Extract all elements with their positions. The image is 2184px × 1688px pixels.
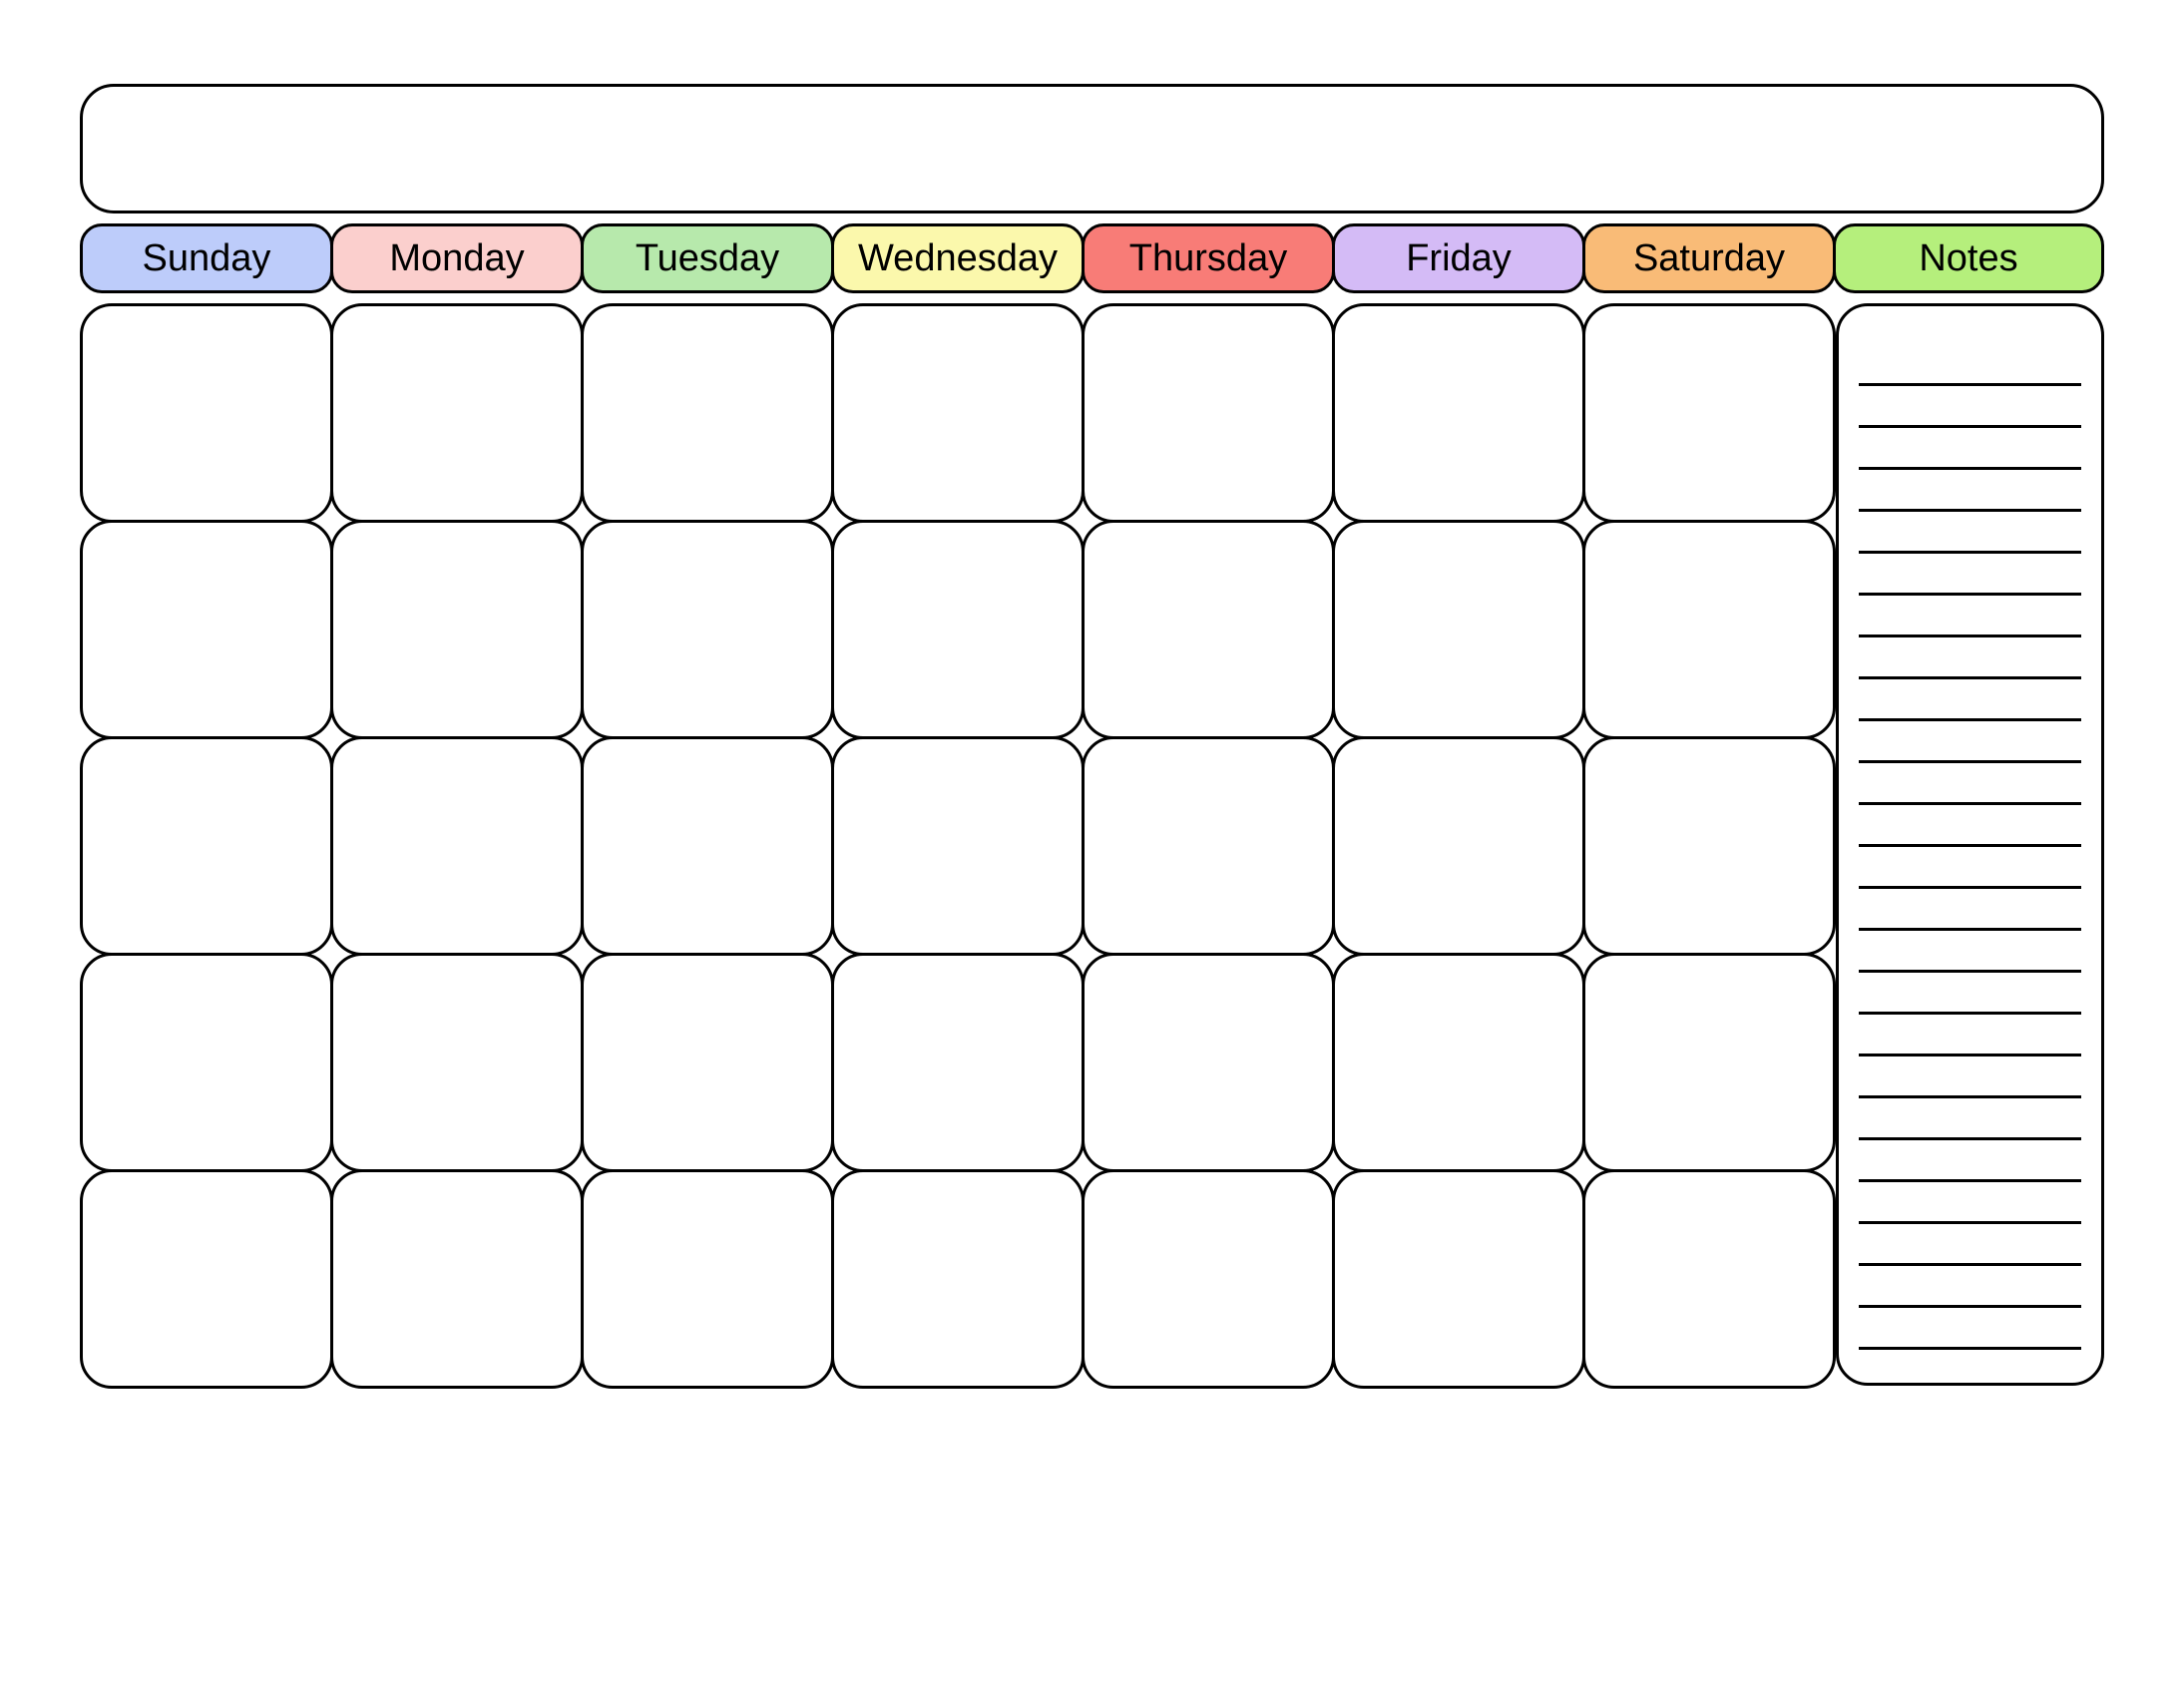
title-box[interactable] [80, 84, 2104, 213]
day-cell[interactable] [330, 520, 584, 739]
header-thursday: Thursday [1082, 223, 1335, 293]
day-cell[interactable] [330, 1169, 584, 1389]
note-line[interactable] [1859, 1140, 2081, 1182]
day-cell[interactable] [831, 736, 1085, 956]
day-cell[interactable] [581, 1169, 834, 1389]
note-line[interactable] [1859, 1098, 2081, 1140]
note-line[interactable] [1859, 1015, 2081, 1056]
day-cell[interactable] [330, 303, 584, 523]
day-cell[interactable] [831, 303, 1085, 523]
body-row [80, 303, 2104, 1386]
note-line[interactable] [1859, 637, 2081, 679]
week-row [80, 1169, 1836, 1389]
note-line[interactable] [1859, 805, 2081, 847]
day-cell[interactable] [80, 736, 333, 956]
day-cell[interactable] [330, 736, 584, 956]
note-line[interactable] [1859, 554, 2081, 596]
day-cell[interactable] [330, 953, 584, 1172]
week-row [80, 736, 1836, 956]
note-line[interactable] [1859, 1266, 2081, 1308]
note-line[interactable] [1859, 973, 2081, 1015]
note-line[interactable] [1859, 721, 2081, 763]
header-notes: Notes [1833, 223, 2104, 293]
note-line[interactable] [1859, 1224, 2081, 1266]
header-tuesday: Tuesday [581, 223, 834, 293]
day-cell[interactable] [831, 1169, 1085, 1389]
calendar-page: Sunday Monday Tuesday Wednesday Thursday… [80, 84, 2104, 1386]
header-row: Sunday Monday Tuesday Wednesday Thursday… [80, 223, 2104, 293]
note-line[interactable] [1859, 428, 2081, 470]
note-line[interactable] [1859, 344, 2081, 386]
day-cell[interactable] [1332, 1169, 1585, 1389]
day-cell[interactable] [1332, 303, 1585, 523]
calendar-grid [80, 303, 1836, 1386]
day-cell[interactable] [1582, 953, 1836, 1172]
day-cell[interactable] [1082, 303, 1335, 523]
day-cell[interactable] [1332, 520, 1585, 739]
day-cell[interactable] [1582, 1169, 1836, 1389]
note-line[interactable] [1859, 470, 2081, 512]
day-cell[interactable] [831, 953, 1085, 1172]
note-line[interactable] [1859, 512, 2081, 554]
header-friday: Friday [1332, 223, 1585, 293]
day-cell[interactable] [581, 736, 834, 956]
header-saturday: Saturday [1582, 223, 1836, 293]
day-cell[interactable] [80, 520, 333, 739]
day-cell[interactable] [80, 953, 333, 1172]
note-line[interactable] [1859, 931, 2081, 973]
week-row [80, 520, 1836, 739]
day-cell[interactable] [581, 303, 834, 523]
note-line[interactable] [1859, 679, 2081, 721]
day-cell[interactable] [1582, 736, 1836, 956]
note-line[interactable] [1859, 1056, 2081, 1098]
header-sunday: Sunday [80, 223, 333, 293]
day-cell[interactable] [581, 520, 834, 739]
day-cell[interactable] [1582, 520, 1836, 739]
notes-panel[interactable] [1836, 303, 2104, 1386]
day-cell[interactable] [831, 520, 1085, 739]
note-line[interactable] [1859, 847, 2081, 889]
day-cell[interactable] [1582, 303, 1836, 523]
week-row [80, 303, 1836, 523]
note-line[interactable] [1859, 1182, 2081, 1224]
header-wednesday: Wednesday [831, 223, 1085, 293]
day-cell[interactable] [1082, 953, 1335, 1172]
day-cell[interactable] [1082, 736, 1335, 956]
week-row [80, 953, 1836, 1172]
note-line[interactable] [1859, 596, 2081, 637]
day-cell[interactable] [80, 303, 333, 523]
note-line[interactable] [1859, 889, 2081, 931]
day-cell[interactable] [1332, 953, 1585, 1172]
day-cell[interactable] [80, 1169, 333, 1389]
day-cell[interactable] [1082, 1169, 1335, 1389]
note-line[interactable] [1859, 386, 2081, 428]
day-cell[interactable] [1082, 520, 1335, 739]
header-monday: Monday [330, 223, 584, 293]
note-line[interactable] [1859, 763, 2081, 805]
note-line[interactable] [1859, 1308, 2081, 1350]
day-cell[interactable] [581, 953, 834, 1172]
day-cell[interactable] [1332, 736, 1585, 956]
